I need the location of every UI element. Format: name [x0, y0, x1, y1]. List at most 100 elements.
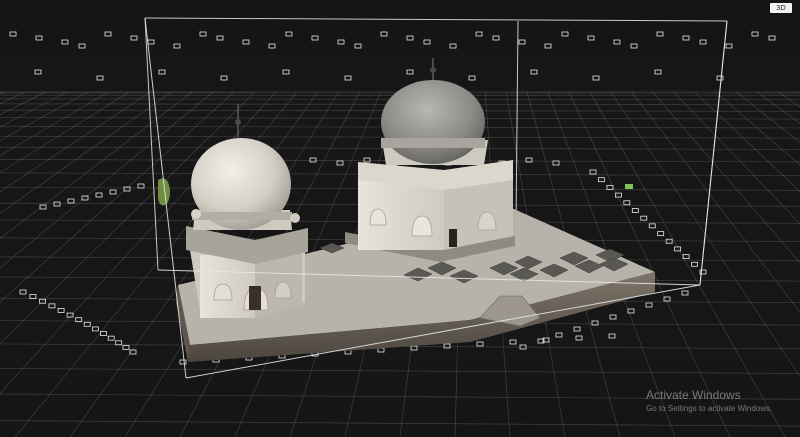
- grid-line: [736, 91, 800, 144]
- camera-frustum-icon[interactable]: [104, 31, 112, 37]
- camera-frustum-icon[interactable]: [363, 157, 371, 163]
- camera-frustum-icon[interactable]: [19, 289, 27, 295]
- camera-frustum-icon[interactable]: [468, 75, 476, 81]
- camera-frustum-icon[interactable]: [78, 43, 86, 49]
- camera-frustum-icon[interactable]: [561, 31, 569, 37]
- camera-frustum-icon[interactable]: [623, 200, 631, 206]
- camera-frustum-icon[interactable]: [608, 333, 616, 339]
- camera-frustum-icon[interactable]: [589, 169, 597, 175]
- camera-frustum-icon[interactable]: [35, 35, 43, 41]
- camera-frustum-icon[interactable]: [282, 69, 290, 75]
- camera-frustum-icon[interactable]: [725, 43, 733, 49]
- camera-frustum-icon[interactable]: [631, 208, 639, 213]
- camera-frustum-icon[interactable]: [449, 43, 457, 49]
- camera-frustum-icon[interactable]: [130, 35, 138, 41]
- camera-frustum-icon[interactable]: [654, 69, 662, 75]
- camera-frustum-icon[interactable]: [96, 75, 104, 81]
- grid-line: [0, 91, 67, 128]
- camera-frustum-icon[interactable]: [406, 69, 414, 75]
- camera-frustum-icon[interactable]: [423, 39, 431, 45]
- camera-frustum-icon[interactable]: [575, 335, 583, 341]
- camera-frustum-icon[interactable]: [592, 75, 600, 81]
- camera-frustum-icon[interactable]: [53, 201, 61, 207]
- camera-frustum-icon[interactable]: [337, 39, 345, 45]
- camera-frustum-icon[interactable]: [530, 69, 538, 75]
- camera-frustum-icon[interactable]: [199, 31, 207, 37]
- camera-frustum-icon[interactable]: [107, 335, 115, 341]
- large-tomb: [345, 58, 515, 262]
- grid-line: [631, 91, 800, 314]
- camera-frustum-icon[interactable]: [377, 347, 385, 353]
- camera-frustum-icon[interactable]: [630, 43, 638, 49]
- camera-frustum-icon[interactable]: [48, 303, 56, 309]
- camera-frustum-icon[interactable]: [95, 192, 103, 198]
- camera-frustum-icon[interactable]: [109, 189, 117, 195]
- camera-frustum-icon[interactable]: [92, 326, 99, 332]
- camera-frustum-icon[interactable]: [67, 198, 75, 204]
- camera-frustum-icon[interactable]: [9, 31, 17, 37]
- grid-line: [0, 91, 214, 269]
- camera-frustum-icon[interactable]: [587, 35, 595, 41]
- camera-frustum-icon[interactable]: [682, 35, 690, 41]
- camera-frustum-icon[interactable]: [268, 43, 276, 49]
- camera-frustum-icon[interactable]: [656, 31, 664, 37]
- camera-frustum-icon[interactable]: [443, 343, 451, 349]
- camera-frustum-icon[interactable]: [336, 160, 344, 166]
- camera-frustum-icon[interactable]: [311, 35, 319, 41]
- grid-line: [715, 91, 800, 166]
- camera-frustum-icon[interactable]: [518, 39, 526, 45]
- camera-frustum-icon[interactable]: [609, 314, 617, 320]
- camera-frustum-icon[interactable]: [34, 69, 42, 75]
- camera-frustum-icon[interactable]: [309, 157, 317, 163]
- selected-camera-icon[interactable]: [625, 184, 633, 189]
- camera-frustum-icon[interactable]: [492, 35, 500, 41]
- camera-frustum-icon[interactable]: [645, 302, 653, 308]
- camera-frustum-icon[interactable]: [640, 215, 648, 221]
- grid-line: [610, 91, 800, 378]
- camera-frustum-icon[interactable]: [509, 339, 517, 345]
- camera-frustum-icon[interactable]: [573, 326, 581, 332]
- camera-frustum-icon[interactable]: [83, 321, 91, 327]
- camera-frustum-icon[interactable]: [476, 341, 484, 347]
- camera-frustum-icon[interactable]: [598, 177, 605, 183]
- camera-frustum-icon[interactable]: [380, 31, 388, 37]
- camera-frustum-icon[interactable]: [285, 31, 293, 37]
- camera-frustum-icon[interactable]: [173, 43, 181, 49]
- camera-frustum-icon[interactable]: [591, 320, 599, 326]
- 3d-viewport[interactable]: 3D Activate Windows Go to Settings to ac…: [0, 0, 800, 437]
- camera-frustum-icon[interactable]: [716, 75, 724, 81]
- camera-frustum-icon[interactable]: [657, 231, 665, 236]
- camera-frustum-icon[interactable]: [137, 183, 145, 189]
- camera-frustum-icon[interactable]: [57, 308, 65, 313]
- camera-frustum-icon[interactable]: [606, 184, 614, 190]
- camera-frustum-icon[interactable]: [544, 43, 552, 49]
- camera-frustum-icon[interactable]: [344, 75, 352, 81]
- camera-frustum-icon[interactable]: [613, 39, 621, 45]
- photogrammetry-model[interactable]: [158, 58, 655, 362]
- camera-frustum-icon[interactable]: [699, 39, 707, 45]
- camera-frustum-icon[interactable]: [552, 160, 560, 166]
- camera-frustum-icon[interactable]: [691, 261, 698, 267]
- camera-frustum-icon[interactable]: [555, 332, 563, 338]
- camera-frustum-icon[interactable]: [115, 340, 123, 346]
- camera-frustum-icon[interactable]: [61, 39, 69, 45]
- camera-frustum-icon[interactable]: [147, 39, 155, 45]
- scene-canvas[interactable]: [0, 0, 800, 437]
- camera-frustum-icon[interactable]: [242, 39, 250, 45]
- camera-frustum-icon[interactable]: [122, 344, 130, 350]
- camera-frustum-icon[interactable]: [100, 331, 107, 336]
- camera-frustum-icon[interactable]: [220, 75, 228, 81]
- camera-frustum-icon[interactable]: [475, 31, 483, 37]
- camera-frustum-icon[interactable]: [681, 290, 689, 296]
- camera-frustum-icon[interactable]: [216, 35, 224, 41]
- grid-line: [0, 91, 151, 193]
- camera-frustum-icon[interactable]: [158, 69, 166, 75]
- camera-frustum-icon[interactable]: [29, 294, 37, 300]
- camera-frustum-icon[interactable]: [648, 223, 656, 229]
- camera-frustum-icon[interactable]: [406, 35, 414, 41]
- camera-frustum-icon[interactable]: [179, 359, 187, 365]
- view-mode-3d-button[interactable]: 3D: [770, 3, 792, 13]
- camera-frustum-icon[interactable]: [768, 35, 776, 41]
- camera-frustum-icon[interactable]: [354, 43, 362, 49]
- camera-frustum-icon[interactable]: [751, 31, 759, 37]
